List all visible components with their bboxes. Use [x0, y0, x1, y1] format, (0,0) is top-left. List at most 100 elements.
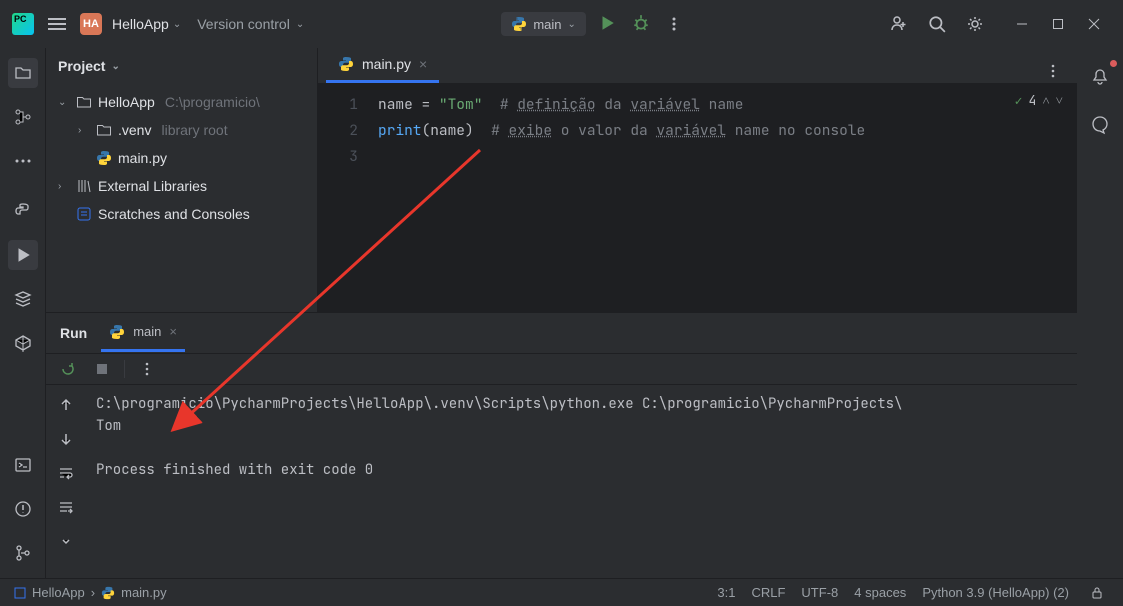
terminal-tool-button[interactable] — [8, 450, 38, 480]
vcs-tool-button[interactable] — [8, 538, 38, 568]
scratch-icon — [76, 206, 92, 222]
statusbar: HelloApp › main.py 3:1 CRLF UTF-8 4 spac… — [0, 578, 1123, 606]
close-window-button[interactable] — [1077, 10, 1111, 38]
tree-venv-label: .venv — [118, 122, 151, 138]
run-toolbar-more[interactable] — [135, 357, 159, 381]
python-packages-button[interactable] — [8, 196, 38, 226]
crumb-root: HelloApp — [32, 585, 85, 600]
crumb-file: main.py — [121, 585, 167, 600]
inspection-count: 4 — [1029, 92, 1037, 109]
close-tab-button[interactable]: × — [169, 324, 177, 339]
project-name-label: HelloApp — [112, 16, 169, 32]
search-everywhere-button[interactable] — [925, 12, 949, 36]
close-tab-button[interactable]: × — [419, 56, 427, 72]
settings-button[interactable] — [963, 12, 987, 36]
center-column: Project ⌄ ⌄ HelloApp C:\programicio\ › .… — [46, 48, 1077, 578]
code-line — [378, 144, 1077, 170]
services-tool-button[interactable] — [8, 284, 38, 314]
main-menu-button[interactable] — [44, 14, 70, 34]
inspection-widget[interactable]: ✓ 4 ˄ ˅ — [1015, 92, 1063, 109]
notifications-button[interactable] — [1085, 62, 1115, 92]
more-tools-button[interactable] — [8, 146, 38, 176]
vcs-menu[interactable]: Version control ⌄ — [191, 12, 310, 36]
editor-tab-main[interactable]: main.py × — [326, 47, 439, 83]
right-tool-rail — [1077, 48, 1123, 578]
check-icon: ✓ — [1015, 92, 1023, 109]
stop-button[interactable] — [90, 357, 114, 381]
tree-file-label: main.py — [118, 150, 167, 166]
line-separator[interactable]: CRLF — [751, 585, 785, 600]
project-tool-button[interactable] — [8, 58, 38, 88]
editor-area: main.py × 1 2 3 name = "Tom" — [318, 48, 1077, 312]
project-badge: HA — [80, 13, 102, 35]
project-selector[interactable]: HelloApp ⌄ — [112, 16, 181, 32]
down-stack-button[interactable] — [54, 427, 78, 451]
code-with-me-button[interactable] — [887, 12, 911, 36]
run-tab[interactable]: main × — [101, 314, 185, 352]
more-actions-button[interactable] — [662, 12, 686, 36]
structure-tool-button[interactable] — [8, 102, 38, 132]
library-icon — [76, 178, 92, 194]
maximize-button[interactable] — [1041, 10, 1075, 38]
ai-assistant-button[interactable] — [1085, 110, 1115, 140]
rerun-button[interactable] — [56, 357, 80, 381]
debug-button[interactable] — [628, 10, 654, 39]
run-panel-title: Run — [60, 325, 87, 341]
up-stack-button[interactable] — [54, 393, 78, 417]
titlebar: HA HelloApp ⌄ Version control ⌄ main ⌄ — [0, 0, 1123, 48]
chevron-right-icon: › — [91, 585, 95, 600]
project-panel-header[interactable]: Project ⌄ — [46, 48, 317, 84]
project-panel-title: Project — [58, 58, 105, 74]
run-toolbar — [46, 353, 1077, 385]
output-result-line: Tom — [96, 417, 121, 435]
tree-root-label: HelloApp — [98, 94, 155, 110]
tree-root[interactable]: ⌄ HelloApp C:\programicio\ — [46, 88, 317, 116]
project-tree: ⌄ HelloApp C:\programicio\ › .venv libra… — [46, 84, 317, 232]
pycharm-icon — [12, 13, 34, 35]
line-number: 1 — [318, 92, 358, 118]
scroll-to-end-button[interactable] — [54, 495, 78, 519]
expand-arrow-icon[interactable]: › — [58, 181, 70, 192]
titlebar-right-icons — [887, 12, 987, 36]
line-number: 3 — [318, 144, 358, 170]
tree-external[interactable]: › External Libraries — [46, 172, 317, 200]
tree-venv[interactable]: › .venv library root — [46, 116, 317, 144]
python-icon — [96, 150, 112, 166]
cursor-position[interactable]: 3:1 — [717, 585, 735, 600]
expand-arrow-icon[interactable]: ⌄ — [58, 97, 70, 108]
tree-venv-hint: library root — [161, 122, 227, 138]
expand-button[interactable] — [54, 529, 78, 553]
output-exit-line: Process finished with exit code 0 — [96, 461, 373, 479]
chevron-down-icon: ⌄ — [111, 61, 119, 72]
python-console-button[interactable] — [8, 328, 38, 358]
output-cmd-line: C:\programicio\PycharmProjects\HelloApp\… — [96, 395, 902, 413]
python-icon — [338, 56, 354, 72]
chevron-down-icon: ⌄ — [296, 19, 304, 30]
minimize-button[interactable] — [1005, 10, 1039, 38]
next-highlight-button[interactable]: ˅ — [1056, 92, 1063, 109]
run-output[interactable]: C:\programicio\PycharmProjects\HelloApp\… — [86, 385, 1077, 578]
editor-tab-label: main.py — [362, 56, 411, 72]
python-icon — [109, 324, 125, 340]
editor-tabs: main.py × — [318, 48, 1077, 84]
editor-body[interactable]: 1 2 3 name = "Tom" # definição da variáv… — [318, 84, 1077, 312]
expand-arrow-icon[interactable]: › — [78, 125, 90, 136]
lock-status-button[interactable] — [1085, 581, 1109, 605]
tree-main-file[interactable]: main.py — [46, 144, 317, 172]
run-button[interactable] — [594, 10, 620, 39]
soft-wrap-button[interactable] — [54, 461, 78, 485]
code-area[interactable]: name = "Tom" # definição da variável nam… — [368, 84, 1077, 312]
run-tool-button[interactable] — [8, 240, 38, 270]
run-panel: Run main × — [46, 312, 1077, 578]
indent-setting[interactable]: 4 spaces — [854, 585, 906, 600]
editor-more-button[interactable] — [1041, 59, 1065, 83]
line-number: 2 — [318, 118, 358, 144]
breadcrumb[interactable]: HelloApp › main.py — [14, 585, 167, 600]
run-config-label: main — [533, 17, 561, 32]
file-encoding[interactable]: UTF-8 — [801, 585, 838, 600]
run-config-selector[interactable]: main ⌄ — [501, 12, 586, 36]
interpreter[interactable]: Python 3.9 (HelloApp) (2) — [922, 585, 1069, 600]
problems-tool-button[interactable] — [8, 494, 38, 524]
prev-highlight-button[interactable]: ˄ — [1042, 92, 1049, 109]
tree-scratches[interactable]: Scratches and Consoles — [46, 200, 317, 228]
